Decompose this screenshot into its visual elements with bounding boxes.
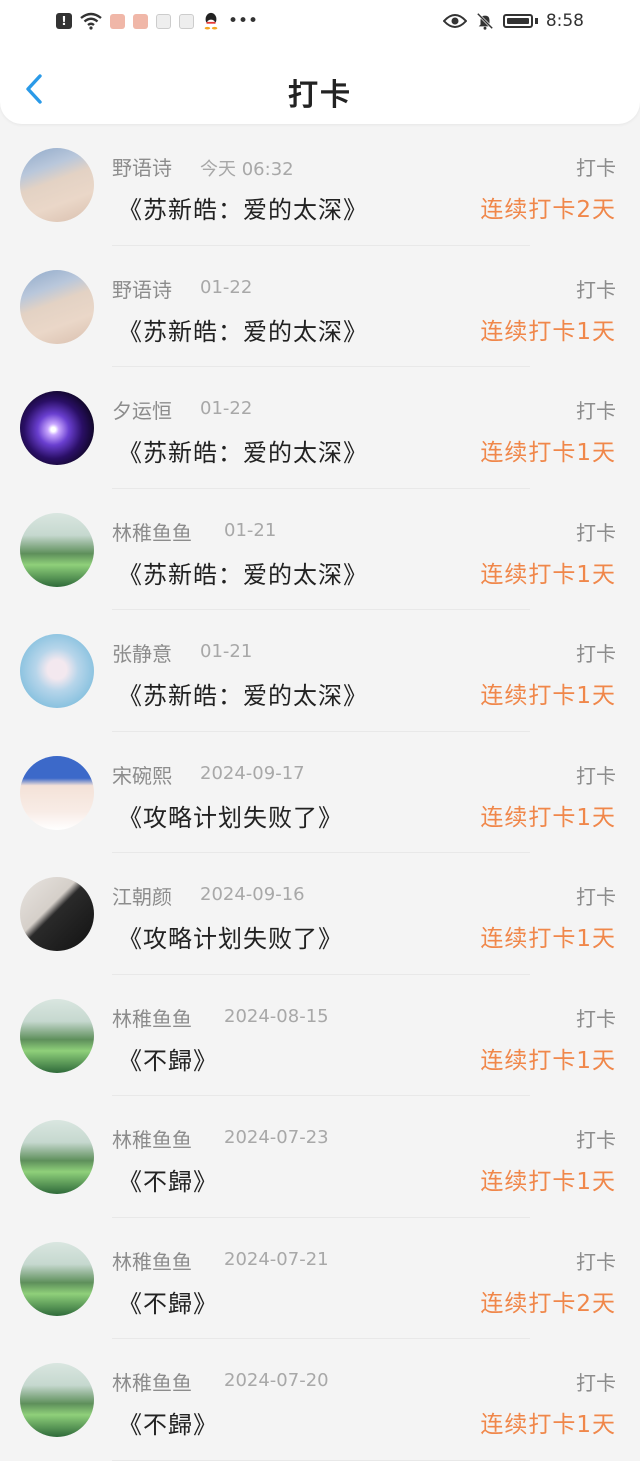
checkin-tag: 打卡: [576, 1128, 616, 1152]
streak-label: 连续打卡1天: [480, 926, 616, 952]
qq-icon: [204, 12, 218, 30]
row-divider: [112, 1459, 530, 1461]
user-name: 野语诗: [112, 156, 172, 180]
song-title: 《不歸》: [118, 1289, 218, 1318]
user-name: 张静意: [112, 642, 172, 666]
checkin-date: 2024-07-20: [224, 1370, 329, 1391]
app-icon: [156, 13, 171, 29]
user-name: 江朝颜: [112, 885, 172, 909]
checkin-date: 2024-07-21: [224, 1248, 329, 1270]
page-title: 打卡: [288, 78, 352, 113]
mute-icon: [476, 12, 493, 30]
list-item[interactable]: 张静意 01-21 打卡《苏新皓：爱的太深》 连续打卡1天: [0, 610, 640, 732]
status-right-icons: 8:58: [442, 10, 584, 32]
checkin-date: 2024-08-15: [224, 1005, 329, 1027]
checkin-tag: 打卡: [576, 277, 616, 302]
song-title: 《不歸》: [118, 1168, 218, 1196]
user-name: 林稚鱼鱼: [112, 1249, 192, 1274]
song-title: 《攻略计划失败了》: [118, 803, 343, 832]
checkin-date: 01-21: [224, 519, 277, 541]
user-name: 林稚鱼鱼: [112, 1128, 192, 1152]
user-name: 林稚鱼鱼: [112, 1006, 192, 1031]
list-item[interactable]: 林稚鱼鱼 2024-07-23 打卡《不歸》 连续打卡1天: [0, 1096, 640, 1218]
eye-icon: [442, 14, 467, 28]
list-item[interactable]: 林稚鱼鱼 01-21 打卡《苏新皓：爱的太深》 连续打卡1天: [0, 489, 640, 610]
checkin-date: 2024-09-16: [200, 884, 305, 905]
more-icon: •••: [228, 11, 259, 31]
avatar[interactable]: [20, 148, 94, 222]
avatar[interactable]: [20, 998, 94, 1073]
list-item[interactable]: 野语诗 今天 06:32 打卡《苏新皓：爱的太深》 连续打卡2天: [0, 124, 640, 246]
top-bar: ! ••• 8:58 打卡: [0, 0, 640, 124]
list-item[interactable]: 林稚鱼鱼 2024-08-15 打卡《不歸》 连续打卡1天: [0, 975, 640, 1096]
list-item[interactable]: 宋碗熙 2024-09-17 打卡《攻略计划失败了》 连续打卡1天: [0, 732, 640, 853]
avatar[interactable]: [20, 1120, 94, 1194]
status-time: 8:58: [545, 11, 584, 31]
avatar[interactable]: [20, 1363, 94, 1437]
checkin-tag: 打卡: [576, 156, 616, 180]
checkin-date: 2024-07-23: [224, 1127, 329, 1148]
user-name: 宋碗熙: [112, 763, 172, 788]
checkin-tag: 打卡: [576, 520, 616, 545]
song-title: 《攻略计划失败了》: [118, 925, 343, 953]
checkin-tag: 打卡: [576, 763, 616, 788]
streak-label: 连续打卡1天: [480, 1412, 616, 1438]
app-icon: [133, 13, 148, 29]
user-name: 夕运恒: [112, 399, 172, 423]
streak-label: 连续打卡1天: [480, 1047, 616, 1074]
status-left-icons: ! •••: [56, 10, 258, 32]
alert-icon: !: [56, 13, 72, 29]
checkin-date: 01-22: [200, 398, 253, 419]
app-icon: [110, 13, 125, 29]
wifi-icon: [80, 12, 102, 30]
streak-label: 连续打卡1天: [480, 804, 616, 831]
checkin-tag: 打卡: [576, 399, 616, 423]
avatar[interactable]: [20, 1241, 94, 1316]
battery-icon: [502, 14, 533, 28]
streak-label: 连续打卡1天: [480, 561, 616, 588]
checkin-date: 01-21: [200, 641, 253, 662]
checkin-tag: 打卡: [576, 1006, 616, 1031]
status-bar: ! ••• 8:58: [0, 0, 640, 42]
checkin-date: 今天 06:32: [200, 159, 294, 180]
nav-bar: 打卡: [0, 42, 640, 124]
checkin-list: 野语诗 今天 06:32 打卡 《苏新皓：爱的太深》 连续打卡2天 野语诗 01-22 打卡《…: [0, 124, 640, 1461]
streak-label: 连续打卡1天: [480, 683, 616, 709]
avatar[interactable]: [20, 391, 94, 465]
battery-tip: [534, 18, 538, 24]
list-item[interactable]: 江朝颜 2024-09-16 打卡《攻略计划失败了》 连续打卡1天: [0, 853, 640, 975]
list-item[interactable]: 夕运恒 01-22 打卡《苏新皓：爱的太深》 连续打卡1天: [0, 367, 640, 489]
song-title: 《苏新皓：爱的太深》: [118, 317, 368, 346]
checkin-tag: 打卡: [576, 1249, 616, 1274]
song-title: 《不歸》: [118, 1046, 218, 1075]
streak-label: 连续打卡2天: [480, 197, 616, 223]
streak-label: 连续打卡1天: [480, 440, 616, 466]
user-name: 野语诗: [112, 277, 172, 302]
streak-label: 连续打卡1天: [480, 318, 616, 345]
song-title: 《苏新皓：爱的太深》: [118, 439, 368, 467]
song-title: 《苏新皓：爱的太深》: [118, 682, 368, 710]
list-item[interactable]: 林稚鱼鱼 2024-07-20 打卡《不歸》 连续打卡1天: [0, 1339, 640, 1461]
checkin-date: 01-22: [200, 276, 253, 298]
checkin-date: 2024-09-17: [200, 762, 305, 784]
checkin-tag: 打卡: [576, 642, 616, 666]
checkin-tag: 打卡: [576, 885, 616, 909]
avatar[interactable]: [20, 634, 94, 708]
streak-label: 连续打卡2天: [480, 1290, 616, 1317]
avatar[interactable]: [20, 877, 94, 951]
list-item[interactable]: 林稚鱼鱼 2024-07-21 打卡《不歸》 连续打卡2天: [0, 1218, 640, 1339]
streak-label: 连续打卡1天: [480, 1169, 616, 1195]
avatar[interactable]: [20, 269, 94, 344]
user-name: 林稚鱼鱼: [112, 520, 192, 545]
avatar[interactable]: [20, 512, 94, 587]
song-title: 《苏新皓：爱的太深》: [118, 560, 368, 589]
list-item[interactable]: 野语诗 01-22 打卡《苏新皓：爱的太深》 连续打卡1天: [0, 246, 640, 367]
song-title: 《苏新皓：爱的太深》: [118, 196, 368, 224]
user-name: 林稚鱼鱼: [112, 1371, 192, 1395]
app-icon: [179, 13, 194, 29]
checkin-tag: 打卡: [576, 1371, 616, 1395]
song-title: 《不歸》: [118, 1411, 218, 1439]
avatar[interactable]: [20, 755, 94, 830]
